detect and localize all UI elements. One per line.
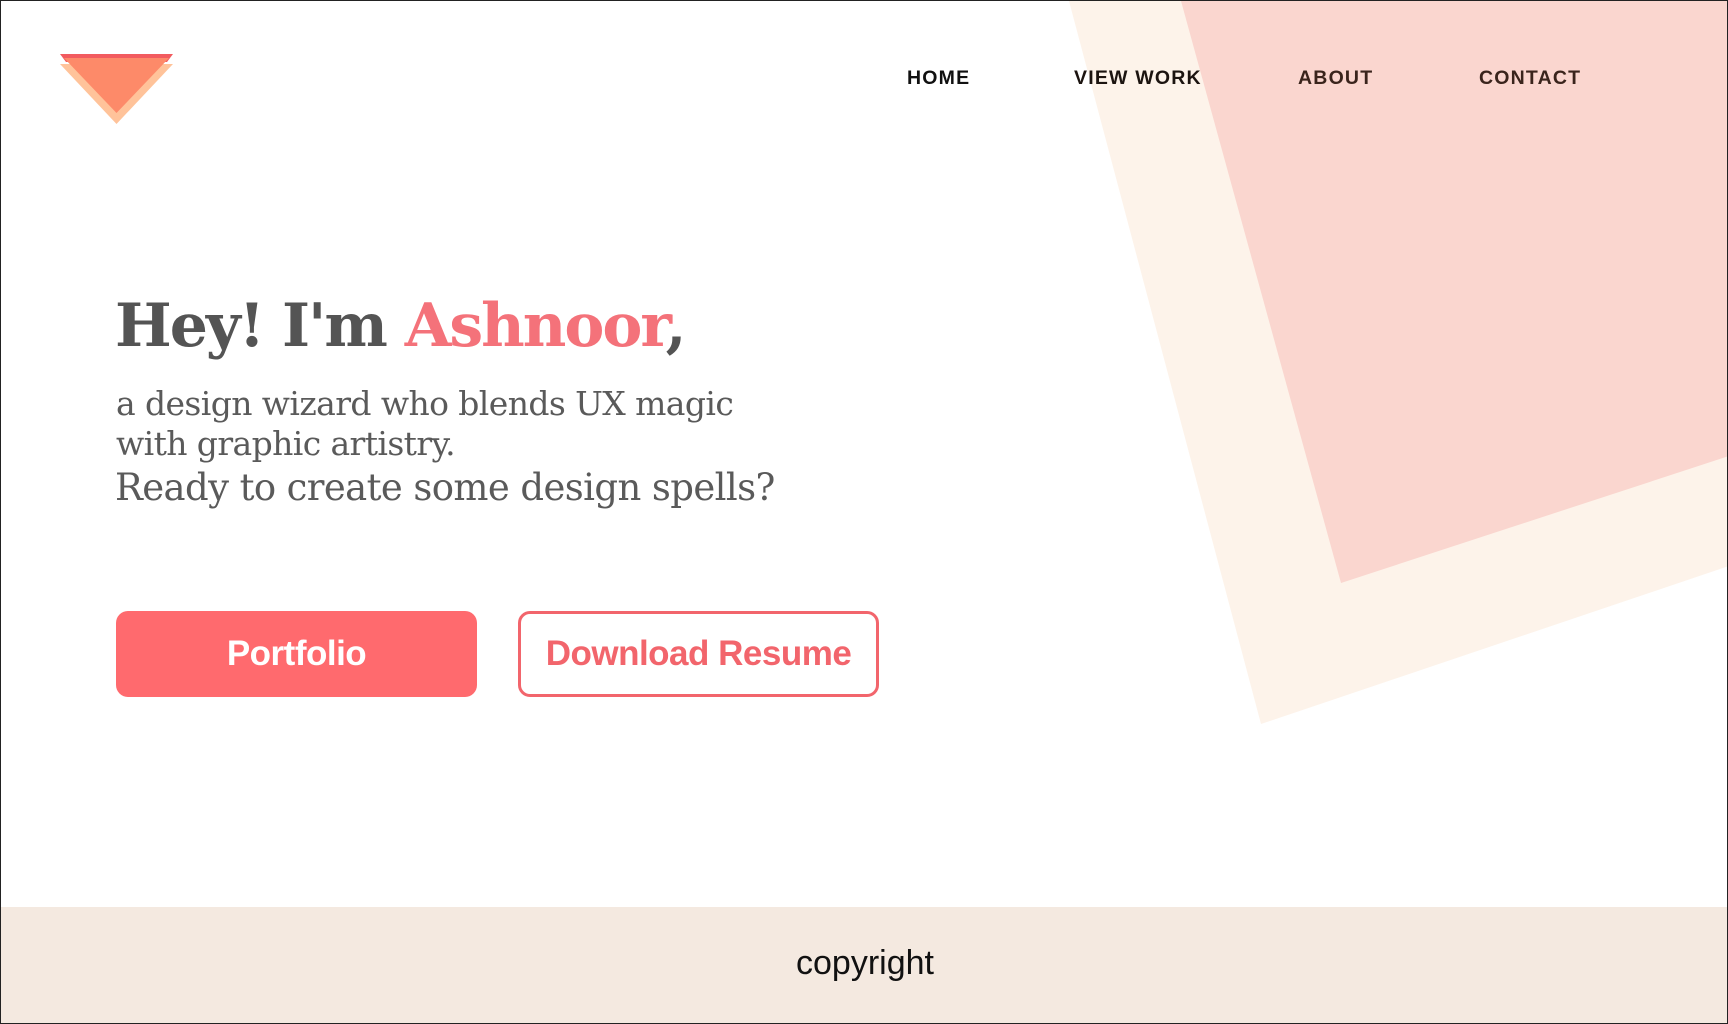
hero-subtitle: a design wizard who blends UX magic with… [116, 384, 734, 463]
hero-heading: Hey! I'm Ashnoor, [115, 289, 687, 363]
hero-comma: , [665, 291, 687, 361]
decorative-background-shapes [1069, 1, 1727, 724]
portfolio-button[interactable]: Portfolio [116, 611, 477, 697]
footer: copyright [1, 907, 1727, 1023]
hero-greeting: Hey! I'm [115, 291, 405, 361]
main-nav: HOME VIEW WORK ABOUT CONTACT [1, 65, 1727, 91]
nav-item-view-work[interactable]: VIEW WORK [1074, 65, 1202, 91]
hero-question: Ready to create some design spells? [115, 466, 775, 509]
nav-item-home[interactable]: HOME [907, 65, 970, 91]
page-frame: HOME VIEW WORK ABOUT CONTACT Hey! I'm As… [0, 0, 1728, 1024]
footer-copyright: copyright [796, 943, 934, 982]
nav-item-contact[interactable]: CONTACT [1479, 65, 1581, 91]
download-resume-button[interactable]: Download Resume [518, 611, 879, 697]
nav-item-about[interactable]: ABOUT [1298, 65, 1373, 91]
hero-name: Ashnoor [404, 291, 668, 361]
